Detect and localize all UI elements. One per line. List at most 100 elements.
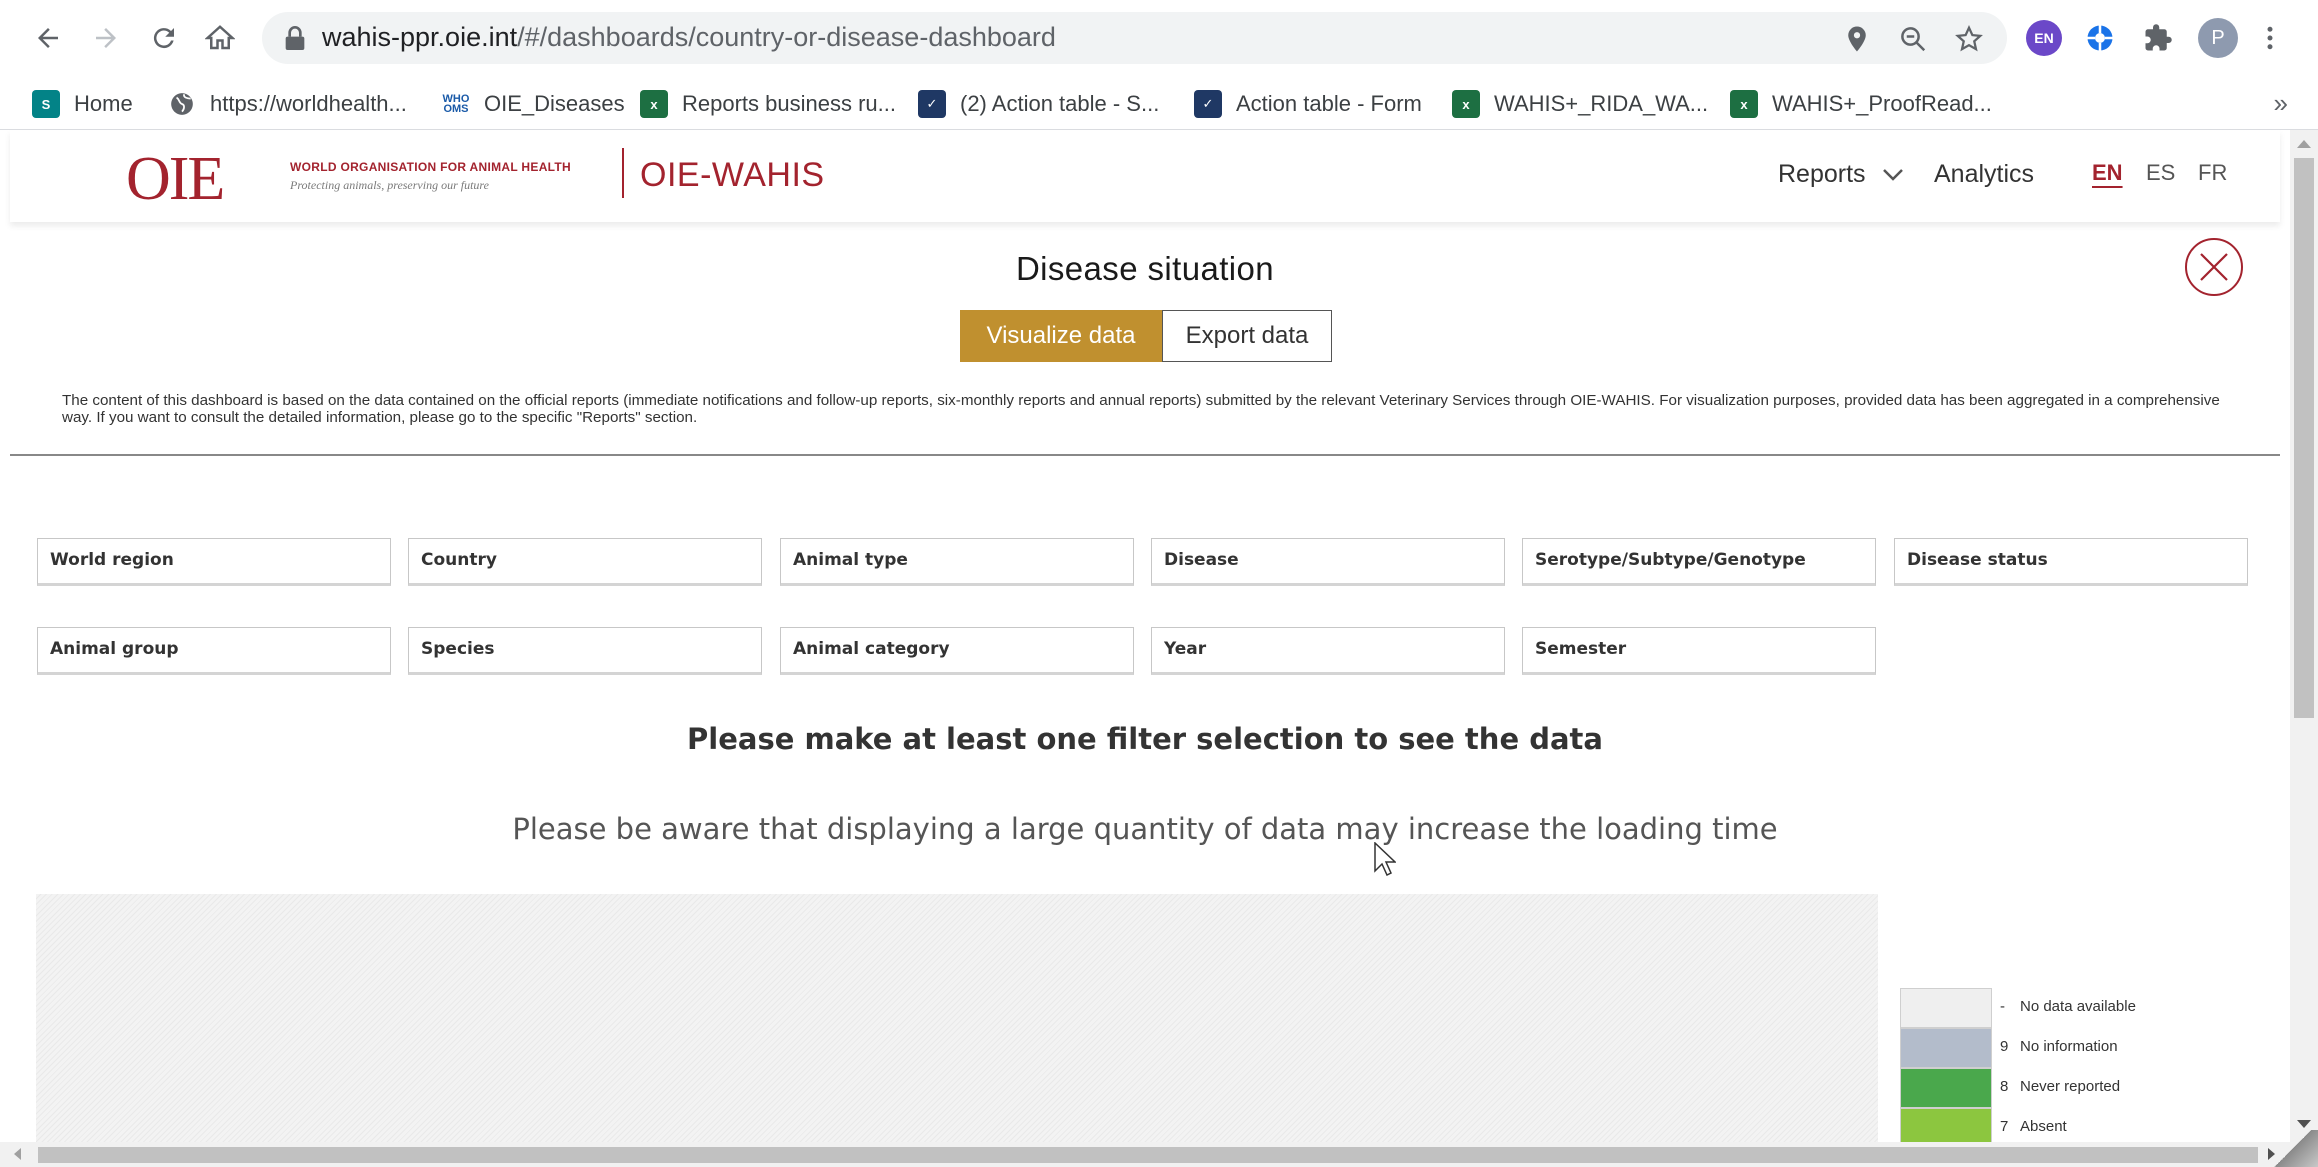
filter-animal-type[interactable]: Animal type: [780, 538, 1134, 586]
legend-code: 8: [2000, 1078, 2009, 1095]
bookmarks-bar: S Home https://worldhealth... WHO OMS OIE…: [0, 78, 2318, 130]
checkbox-icon: ✓: [1194, 90, 1222, 118]
filter-selection-prompt: Please make at least one filter selectio…: [687, 722, 1603, 756]
page-title: Disease situation: [1015, 250, 1275, 287]
back-button[interactable]: [26, 16, 70, 60]
filter-world-region[interactable]: World region: [37, 538, 391, 586]
legend-swatch: [1900, 1028, 1992, 1068]
filter-serotype[interactable]: Serotype/Subtype/Genotype: [1522, 538, 1876, 586]
bookmark-action-table-form[interactable]: ✓ Action table - Form: [1194, 78, 1422, 130]
dashboard-disclaimer: The content of this dashboard is based o…: [62, 392, 2220, 426]
forward-button[interactable]: [84, 16, 128, 60]
bookmark-action-table-s[interactable]: ✓ (2) Action table - S...: [918, 78, 1159, 130]
bookmark-reports-business[interactable]: x Reports business ru...: [640, 78, 896, 130]
org-name: WORLD ORGANISATION FOR ANIMAL HEALTH: [290, 160, 571, 174]
legend-label: No data available: [2020, 998, 2136, 1015]
filter-disease-status[interactable]: Disease status: [1894, 538, 2248, 586]
url-text: wahis-ppr.oie.int/#/dashboards/country-o…: [322, 22, 1056, 52]
filter-label: Country: [421, 550, 497, 570]
browser-menu-button[interactable]: [2250, 16, 2290, 60]
tab-export-data[interactable]: Export data: [1162, 310, 1332, 362]
legend-label: No information: [2020, 1038, 2118, 1055]
filter-animal-group[interactable]: Animal group: [37, 627, 391, 675]
filter-label: Species: [421, 639, 495, 659]
zoom-icon[interactable]: [1898, 24, 1928, 54]
profile-avatar[interactable]: P: [2198, 18, 2238, 58]
mouse-cursor-icon: [1374, 842, 1396, 876]
legend-label: Never reported: [2020, 1078, 2121, 1095]
who-icon: WHO OMS: [442, 90, 470, 118]
logo-divider: [622, 148, 624, 198]
legend-code: 9: [2000, 1038, 2009, 1055]
home-icon: [205, 25, 235, 50]
filter-label: Disease: [1164, 550, 1239, 570]
filter-label: Serotype/Subtype/Genotype: [1535, 550, 1806, 570]
excel-icon: x: [1452, 90, 1480, 118]
scrollbar-thumb[interactable]: [38, 1147, 2258, 1163]
legend-item: - No data available: [1900, 988, 2180, 1028]
home-button[interactable]: [198, 16, 242, 60]
bookmark-label: https://worldhealth...: [210, 91, 407, 116]
nav-analytics[interactable]: Analytics: [1934, 160, 2034, 189]
bookmark-wahis-proofread[interactable]: x WAHIS+_ProofRead...: [1730, 78, 1992, 130]
scroll-up-arrow-icon[interactable]: [2297, 140, 2311, 148]
bookmark-star-icon[interactable]: [1954, 24, 1984, 54]
bookmark-worldhealth[interactable]: https://worldhealth...: [168, 78, 407, 130]
excel-icon: x: [1730, 90, 1758, 118]
bookmark-home[interactable]: S Home: [32, 78, 133, 130]
legend-label: Absent: [2020, 1118, 2067, 1135]
close-button[interactable]: [2185, 238, 2243, 296]
scroll-down-arrow-icon[interactable]: [2297, 1120, 2311, 1128]
legend-item: 9 No information: [1900, 1028, 2180, 1068]
bookmarks-overflow-button[interactable]: »: [2274, 88, 2288, 119]
globe-icon: [168, 90, 196, 118]
checkbox-icon: ✓: [918, 90, 946, 118]
dashboard-divider: [10, 454, 2280, 456]
site-header: OIE WORLD ORGANISATION FOR ANIMAL HEALTH…: [10, 130, 2280, 222]
legend-item: 7 Absent: [1900, 1108, 2180, 1142]
filter-species[interactable]: Species: [408, 627, 762, 675]
bookmark-label: OIE_Diseases: [484, 91, 625, 116]
filter-year[interactable]: Year: [1151, 627, 1505, 675]
filter-label: World region: [50, 550, 174, 570]
legend-swatch: [1900, 1068, 1992, 1108]
reload-button[interactable]: [142, 16, 186, 60]
brand-title[interactable]: OIE-WAHIS: [640, 156, 825, 195]
language-fr[interactable]: FR: [2198, 160, 2227, 186]
oie-logo[interactable]: OIE WORLD ORGANISATION FOR ANIMAL HEALTH…: [126, 144, 624, 213]
map-placeholder: [36, 894, 1878, 1142]
address-bar[interactable]: wahis-ppr.oie.int/#/dashboards/country-o…: [262, 12, 2007, 64]
location-pin-icon[interactable]: [1842, 24, 1872, 54]
back-arrow-icon: [38, 28, 58, 48]
nav-reports-dropdown[interactable]: Reports: [1778, 160, 1904, 189]
bookmark-oie-diseases[interactable]: WHO OMS OIE_Diseases: [442, 78, 625, 130]
legend-swatch: [1900, 1108, 1992, 1142]
bookmark-label: WAHIS+_RIDA_WA...: [1494, 91, 1709, 116]
filter-animal-category[interactable]: Animal category: [780, 627, 1134, 675]
extensions-icon[interactable]: [2140, 20, 2176, 56]
scrollbar-thumb[interactable]: [2294, 158, 2314, 718]
language-es[interactable]: ES: [2146, 160, 2175, 186]
org-tagline: Protecting animals, preserving our futur…: [290, 178, 489, 192]
filter-disease[interactable]: Disease: [1151, 538, 1505, 586]
page-viewport: OIE WORLD ORGANISATION FOR ANIMAL HEALTH…: [0, 130, 2290, 1142]
excel-icon: x: [640, 90, 668, 118]
resize-handle[interactable]: [2268, 1130, 2318, 1167]
vertical-scrollbar[interactable]: [2290, 130, 2318, 1142]
filter-semester[interactable]: Semester: [1522, 627, 1876, 675]
tab-visualize-data[interactable]: Visualize data: [960, 310, 1162, 362]
legend-code: -: [2000, 998, 2005, 1015]
filter-country[interactable]: Country: [408, 538, 762, 586]
language-en[interactable]: EN: [2092, 160, 2123, 186]
filter-label: Animal group: [50, 639, 179, 659]
filter-label: Disease status: [1907, 550, 2048, 570]
close-icon: [2200, 253, 2228, 281]
extension-puzzle-piece-icon[interactable]: [2082, 20, 2118, 56]
scroll-left-arrow-icon[interactable]: [14, 1148, 21, 1160]
extension-language-icon[interactable]: EN: [2026, 20, 2062, 56]
sharepoint-icon: S: [32, 90, 60, 118]
legend-code: 7: [2000, 1118, 2009, 1135]
reload-icon: [153, 28, 174, 49]
bookmark-wahis-rida[interactable]: x WAHIS+_RIDA_WA...: [1452, 78, 1708, 130]
horizontal-scrollbar[interactable]: [0, 1142, 2318, 1167]
